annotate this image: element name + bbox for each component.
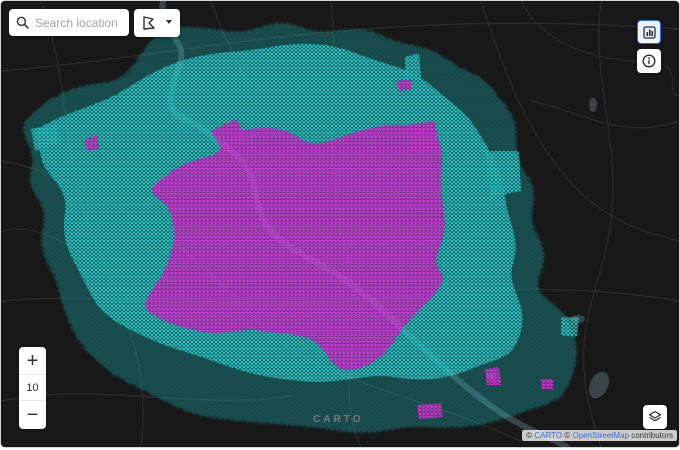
zoom-out-button[interactable]: − xyxy=(19,401,46,428)
osm-attribution-link[interactable]: OpenStreetMap xyxy=(572,431,628,440)
layers-icon xyxy=(648,410,662,422)
layers-button[interactable] xyxy=(643,405,667,429)
search-box[interactable]: Search location xyxy=(9,9,129,36)
map-frame: Search location + 10 − CARTO © CARTO © O… xyxy=(1,1,679,447)
info-icon xyxy=(642,54,656,68)
search-icon xyxy=(16,16,29,29)
attribution-suffix: contributors xyxy=(628,431,673,440)
draw-tool-dropdown[interactable] xyxy=(134,9,180,37)
widgets-toggle-button[interactable] xyxy=(637,20,661,44)
chevron-down-icon xyxy=(166,20,172,24)
zoom-in-button[interactable]: + xyxy=(19,347,46,374)
carto-logo: CARTO xyxy=(313,414,364,425)
map-canvas[interactable] xyxy=(1,1,679,447)
zoom-level: 10 xyxy=(19,374,46,401)
chart-icon xyxy=(642,25,656,39)
attribution: © CARTO © OpenStreetMap contributors xyxy=(522,430,677,441)
carto-attribution-link[interactable]: CARTO xyxy=(534,431,562,440)
polygon-draw-icon xyxy=(143,16,155,30)
info-button[interactable] xyxy=(637,49,661,73)
search-input[interactable]: Search location xyxy=(35,16,118,30)
attribution-copyright: © xyxy=(562,431,573,440)
zoom-control: + 10 − xyxy=(19,347,46,429)
